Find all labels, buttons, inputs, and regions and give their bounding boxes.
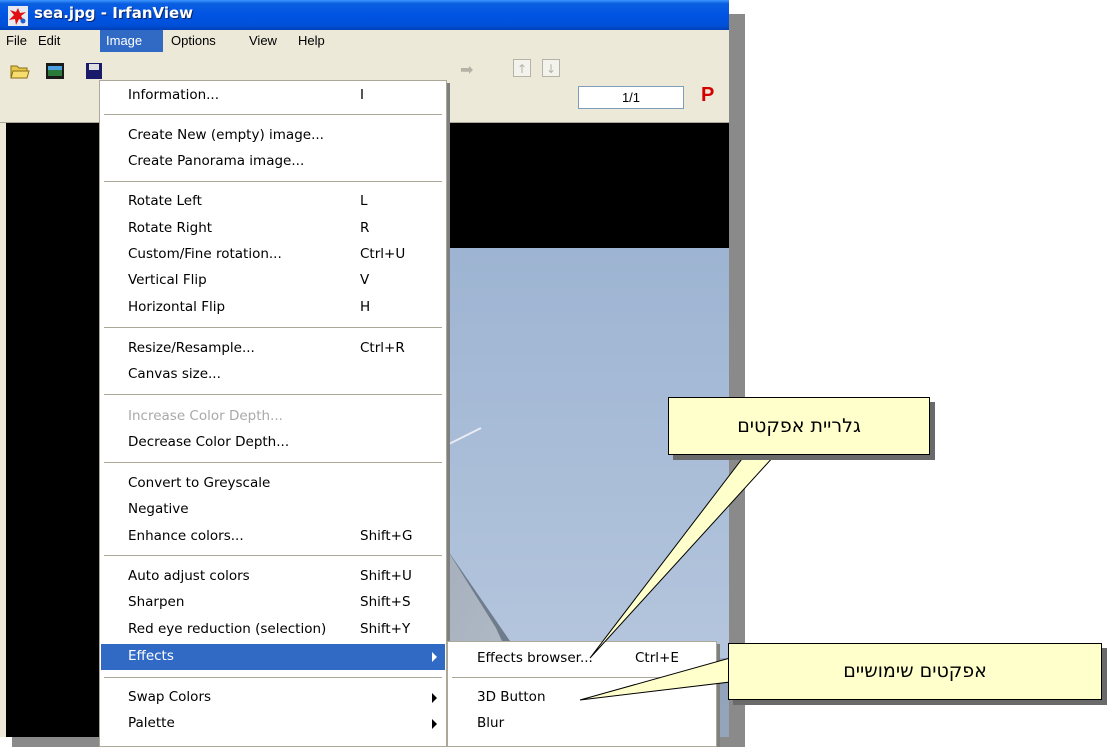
menu-item-decrease-color-depth[interactable]: Decrease Color Depth... [101, 430, 445, 456]
callout-effects-gallery: גלריית אפקטים [668, 397, 930, 455]
menu-item-rotate-left[interactable]: Rotate Left L [101, 189, 445, 215]
menu-separator [104, 114, 442, 115]
menu-separator [104, 677, 442, 678]
menu-view[interactable]: View [243, 30, 283, 52]
menu-item-resize-resample[interactable]: Resize/Resample... Ctrl+R [101, 336, 445, 362]
menu-separator [104, 327, 442, 328]
menu-item-sharpen[interactable]: Sharpen Shift+S [101, 590, 445, 616]
menu-item-information[interactable]: Information... I [101, 83, 445, 109]
effects-submenu: Effects browser... Ctrl+E 3D Button Blur [447, 641, 717, 747]
menu-separator [104, 394, 442, 395]
menu-item-convert-greyscale[interactable]: Convert to Greyscale [101, 471, 445, 497]
menu-item-effects[interactable]: Effects [101, 644, 445, 670]
menu-item-create-panorama[interactable]: Create Panorama image... [101, 149, 445, 175]
move-up-icon[interactable]: ↑ [513, 59, 531, 77]
paint-icon[interactable]: P [701, 84, 714, 107]
menu-options[interactable]: Options [165, 30, 222, 52]
window-title: sea.jpg - IrfanView [34, 4, 194, 22]
next-arrow-icon[interactable]: ➡ [460, 60, 473, 79]
callout-useful-effects: אפקטים שימושיים [728, 643, 1102, 700]
menu-help[interactable]: Help [292, 30, 331, 52]
submenu-arrow-icon [432, 652, 437, 662]
menu-separator [104, 181, 442, 182]
title-bar[interactable]: sea.jpg - IrfanView [0, 0, 729, 30]
menu-separator [104, 462, 442, 463]
submenu-arrow-icon [432, 693, 437, 703]
menu-item-3d-button[interactable]: 3D Button [449, 685, 715, 711]
menu-edit[interactable]: Edit [32, 30, 66, 52]
image-menu: Information... I Create New (empty) image… [99, 80, 447, 747]
menu-item-swap-colors[interactable]: Swap Colors [101, 685, 445, 711]
menu-bar: File Edit Image Options View Help [0, 30, 729, 52]
menu-item-effects-browser[interactable]: Effects browser... Ctrl+E [449, 646, 715, 672]
menu-item-horizontal-flip[interactable]: Horizontal Flip H [101, 295, 445, 321]
menu-file[interactable]: File [0, 30, 33, 52]
page-indicator: 1/1 [578, 86, 684, 109]
irfanview-app-icon [8, 6, 28, 26]
slideshow-icon[interactable] [45, 61, 65, 81]
menu-item-custom-rotation[interactable]: Custom/Fine rotation... Ctrl+U [101, 242, 445, 268]
menu-separator [452, 677, 714, 678]
menu-item-blur[interactable]: Blur [449, 711, 715, 737]
menu-item-palette[interactable]: Palette [101, 711, 445, 737]
move-down-icon[interactable]: ↓ [542, 59, 560, 77]
menu-item-negative[interactable]: Negative [101, 497, 445, 523]
menu-item-increase-color-depth: Increase Color Depth... [128, 408, 283, 424]
submenu-arrow-icon [432, 719, 437, 729]
menu-item-vertical-flip[interactable]: Vertical Flip V [101, 268, 445, 294]
menu-item-enhance-colors[interactable]: Enhance colors... Shift+G [101, 524, 445, 550]
menu-image[interactable]: Image [100, 30, 163, 52]
menu-item-create-new-image[interactable]: Create New (empty) image... [101, 123, 445, 149]
menu-item-auto-adjust-colors[interactable]: Auto adjust colors Shift+U [101, 564, 445, 590]
save-icon[interactable] [84, 61, 104, 81]
open-folder-icon[interactable] [10, 61, 30, 81]
menu-item-canvas-size[interactable]: Canvas size... [101, 362, 445, 388]
menu-separator [104, 555, 442, 556]
menu-item-rotate-right[interactable]: Rotate Right R [101, 216, 445, 242]
menu-item-red-eye-reduction[interactable]: Red eye reduction (selection) Shift+Y [101, 617, 445, 643]
